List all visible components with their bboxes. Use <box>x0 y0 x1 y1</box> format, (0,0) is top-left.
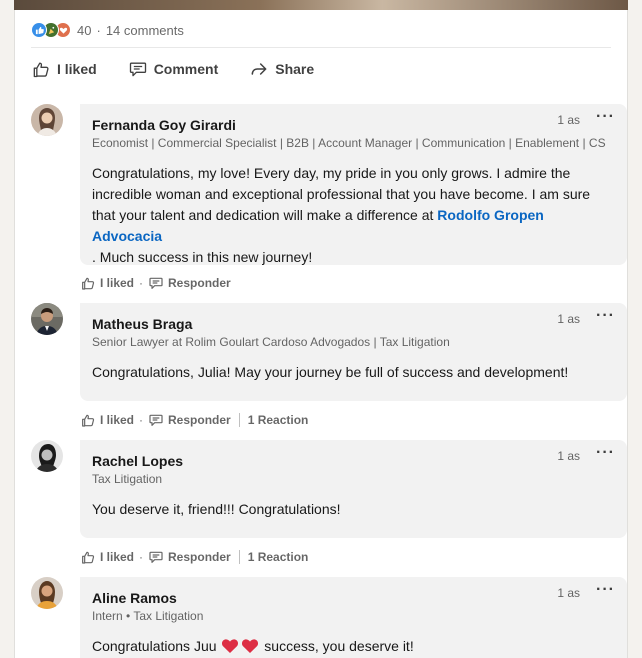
comment-bubble: Fernanda Goy Girardi Economist | Commerc… <box>80 104 627 265</box>
separator-dot: · <box>139 550 144 564</box>
comment-text-part: success, you deserve it! <box>260 638 414 654</box>
divider <box>31 47 611 48</box>
thumbs-up-icon <box>82 414 95 427</box>
separator-dot: · <box>139 276 144 290</box>
avatar[interactable] <box>31 303 63 335</box>
comment-text: You deserve it, friend!!! Congratulation… <box>92 501 341 517</box>
comment-like-button[interactable]: I liked <box>80 412 134 428</box>
post-card: 40 · 14 comments I liked Comment Share F… <box>14 10 628 658</box>
avatar[interactable] <box>31 440 63 472</box>
comment-like-label: I liked <box>100 276 135 290</box>
share-button[interactable]: Share <box>249 55 314 83</box>
comment-icon <box>149 277 163 289</box>
comment-icon <box>129 62 146 77</box>
comment-reply-button[interactable]: Responder <box>148 275 231 291</box>
commenter-name[interactable]: Rachel Lopes <box>92 451 615 471</box>
comment-icon <box>149 551 163 563</box>
comment-timestamp: 1 as <box>557 113 580 127</box>
comment-text: Congratulations Juu success, you deserve… <box>92 636 615 657</box>
comment-like-label: I liked <box>100 550 135 564</box>
red-heart-icon <box>242 639 259 653</box>
comment-text-part: Congratulations Juu <box>92 638 221 654</box>
comment-text-part: . Much success in this new journey! <box>92 249 313 265</box>
comment-text: Congratulations, my love! Every day, my … <box>92 163 615 268</box>
comment-bubble: Aline Ramos Intern • Tax Litigation 1 as… <box>80 577 627 658</box>
thumbs-up-icon <box>82 551 95 564</box>
red-heart-icon <box>222 639 239 653</box>
comment-actions: I liked · Responder <box>80 273 231 293</box>
post-image-bottom-edge[interactable] <box>14 0 628 10</box>
separator-dot: · <box>139 413 144 427</box>
comment-reply-label: Responder <box>168 276 231 290</box>
more-options-icon[interactable]: ··· <box>596 581 615 599</box>
commenter-headline: Senior Lawyer at Rolim Goulart Cardoso A… <box>92 335 450 349</box>
thumbs-up-icon <box>82 277 95 290</box>
reactions-summary[interactable] <box>31 22 73 38</box>
more-options-icon[interactable]: ··· <box>596 444 615 462</box>
like-icon <box>31 22 47 38</box>
more-options-icon[interactable]: ··· <box>596 108 615 126</box>
comment-reply-button[interactable]: Responder <box>148 549 231 565</box>
comment-bubble: Rachel Lopes Tax Litigation 1 as ··· You… <box>80 440 627 538</box>
separator-bar <box>238 413 240 427</box>
comment-like-button[interactable]: I liked <box>80 275 134 291</box>
separator-bar <box>238 550 240 564</box>
comment-timestamp: 1 as <box>557 449 580 463</box>
share-button-label: Share <box>275 61 315 77</box>
social-counts: 40 · 14 comments <box>31 21 184 39</box>
comment-button-label: Comment <box>153 61 219 77</box>
commenter-name[interactable]: Matheus Braga <box>92 314 615 334</box>
reaction-count[interactable]: 40 <box>77 23 91 38</box>
comment-bubble: Matheus Braga Senior Lawyer at Rolim Gou… <box>80 303 627 401</box>
thumbs-up-icon <box>33 62 49 78</box>
comment-reaction-count[interactable]: 1 Reaction <box>248 413 309 427</box>
comment-reaction-count[interactable]: 1 Reaction <box>248 550 309 564</box>
comment-actions: I liked · Responder 1 Reaction <box>80 410 308 430</box>
comment-item: Fernanda Goy Girardi Economist | Commerc… <box>31 104 627 290</box>
comment-button[interactable]: Comment <box>128 55 219 83</box>
avatar[interactable] <box>31 577 63 609</box>
commenter-headline: Intern • Tax Litigation <box>92 609 204 623</box>
comments-count[interactable]: 14 comments <box>106 23 184 38</box>
post-action-bar: I liked Comment Share <box>31 54 314 84</box>
like-button-label: I liked <box>57 61 97 77</box>
more-options-icon[interactable]: ··· <box>596 307 615 325</box>
comment-like-button[interactable]: I liked <box>80 549 134 565</box>
avatar[interactable] <box>31 104 63 136</box>
commenter-name[interactable]: Aline Ramos <box>92 588 615 608</box>
comment-reply-label: Responder <box>168 413 231 427</box>
comment-timestamp: 1 as <box>557 586 580 600</box>
comment-text: Congratulations, Julia! May your journey… <box>92 364 569 380</box>
count-separator: · <box>96 22 101 38</box>
comment-icon <box>149 414 163 426</box>
commenter-headline: Economist | Commercial Specialist | B2B … <box>92 136 606 150</box>
comment-reply-label: Responder <box>168 550 231 564</box>
comment-like-label: I liked <box>100 413 135 427</box>
share-arrow-icon <box>251 63 267 75</box>
comment-item: Matheus Braga Senior Lawyer at Rolim Gou… <box>31 303 627 433</box>
commenter-headline: Tax Litigation <box>92 472 163 486</box>
comment-actions: I liked · Responder 1 Reaction <box>80 547 308 567</box>
commenter-name[interactable]: Fernanda Goy Girardi <box>92 115 615 135</box>
like-button[interactable]: I liked <box>31 55 97 83</box>
comment-timestamp: 1 as <box>557 312 580 326</box>
comment-item: Rachel Lopes Tax Litigation 1 as ··· You… <box>31 440 627 570</box>
comment-reply-button[interactable]: Responder <box>148 412 231 428</box>
comment-item: Aline Ramos Intern • Tax Litigation 1 as… <box>31 577 627 658</box>
